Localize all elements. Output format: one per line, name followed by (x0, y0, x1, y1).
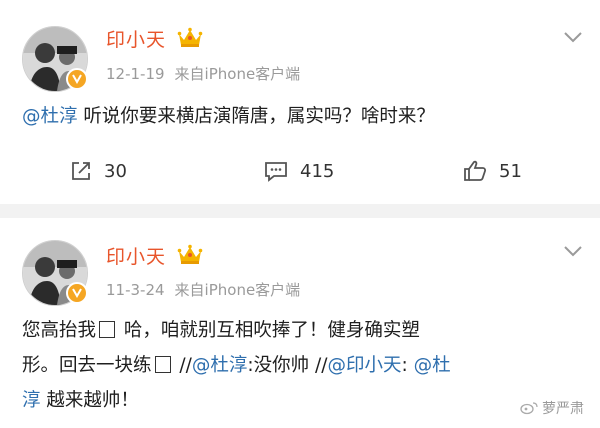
weibo-post: 印小天 11-3-24 来自iPhone客户端 您高抬我 哈，咱就别互相吹捧了！健… (0, 218, 600, 428)
mention-link[interactable]: @杜淳 (192, 355, 248, 376)
watermark: 萝严肃 (520, 398, 584, 418)
weibo-post: 印小天 12-1-19 来自iPhone客户端 @杜淳 听说你要来横店演隋唐，属实… (0, 0, 600, 204)
post-source: 来自iPhone客户端 (174, 281, 301, 299)
post-text: : (401, 355, 414, 376)
post-date: 12-1-19 (106, 65, 165, 83)
username[interactable]: 印小天 (106, 242, 166, 269)
repost-button[interactable]: 30 (70, 151, 127, 191)
watermark-text: 萝严肃 (542, 401, 584, 417)
chevron-down-icon[interactable] (563, 244, 583, 258)
post-text: 听说你要来横店演隋唐，属实吗？啥时来？ (77, 106, 435, 127)
post-source: 来自iPhone客户端 (174, 65, 301, 83)
mention-link[interactable]: 淳 (22, 390, 41, 411)
post-text: 越来越帅！ (40, 390, 139, 411)
content-line: 您高抬我 哈，咱就别互相吹捧了！健身确实塑 (22, 313, 582, 348)
mention-link[interactable]: @杜 (414, 355, 451, 376)
post-text: :没你帅 // (247, 355, 328, 376)
mention-link[interactable]: @印小天 (327, 355, 401, 376)
content-line: 形。回去一块练 //@杜淳:没你帅 //@印小天: @杜 (22, 348, 582, 383)
like-icon (464, 160, 487, 181)
like-count: 51 (499, 160, 522, 182)
repost-icon (72, 162, 90, 180)
chevron-down-icon[interactable] (563, 30, 583, 44)
crown-icon (177, 27, 203, 49)
repost-count: 30 (104, 160, 127, 182)
post-content: @杜淳 听说你要来横店演隋唐，属实吗？啥时来？ (22, 99, 582, 134)
post-text: 形。回去一块练 (22, 355, 152, 376)
verified-badge-icon (66, 282, 88, 304)
post-date: 11-3-24 (106, 281, 165, 299)
comment-icon (265, 162, 287, 182)
verified-badge-icon (66, 68, 88, 90)
comment-button[interactable]: 415 (264, 151, 334, 191)
post-separator (0, 204, 600, 218)
crown-icon (177, 244, 203, 266)
missing-glyph-box (99, 321, 116, 338)
comment-count: 415 (300, 160, 335, 182)
watermark-logo-icon (520, 402, 538, 415)
post-text: // (173, 355, 192, 376)
missing-glyph-box (154, 356, 171, 373)
mention-link[interactable]: @杜淳 (22, 106, 78, 127)
post-content: 您高抬我 哈，咱就别互相吹捧了！健身确实塑 形。回去一块练 //@杜淳:没你帅 … (22, 313, 582, 418)
post-meta: 11-3-24 来自iPhone客户端 (106, 279, 300, 300)
like-button[interactable]: 51 (463, 151, 522, 191)
content-line: 淳 越来越帅！ (22, 383, 582, 418)
post-meta: 12-1-19 来自iPhone客户端 (106, 63, 300, 84)
action-bar: 30 415 51 (0, 151, 600, 191)
post-text: 哈，咱就别互相吹捧了！健身确实塑 (118, 320, 420, 341)
username[interactable]: 印小天 (106, 25, 166, 52)
post-text: 您高抬我 (22, 320, 97, 341)
